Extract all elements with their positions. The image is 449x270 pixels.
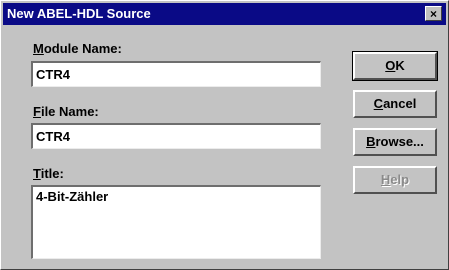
window-title: New ABEL-HDL Source <box>7 6 151 21</box>
module-name-input[interactable] <box>31 61 321 87</box>
title-label: Title: <box>33 166 64 181</box>
title-bar[interactable]: New ABEL-HDL Source × <box>3 3 446 25</box>
close-button[interactable]: × <box>425 6 442 21</box>
help-button[interactable]: Help <box>353 166 437 194</box>
cancel-button[interactable]: Cancel <box>353 90 437 118</box>
close-icon: × <box>429 7 437 21</box>
title-textarea[interactable]: 4-Bit-Zähler <box>31 185 321 259</box>
ok-button[interactable]: OK <box>352 51 438 81</box>
file-name-input[interactable] <box>31 123 321 149</box>
module-name-label: Module Name: <box>33 41 122 56</box>
browse-button[interactable]: Browse... <box>353 128 437 156</box>
file-name-label: File Name: <box>33 104 99 119</box>
dialog-window: New ABEL-HDL Source × Module Name: File … <box>0 0 449 270</box>
